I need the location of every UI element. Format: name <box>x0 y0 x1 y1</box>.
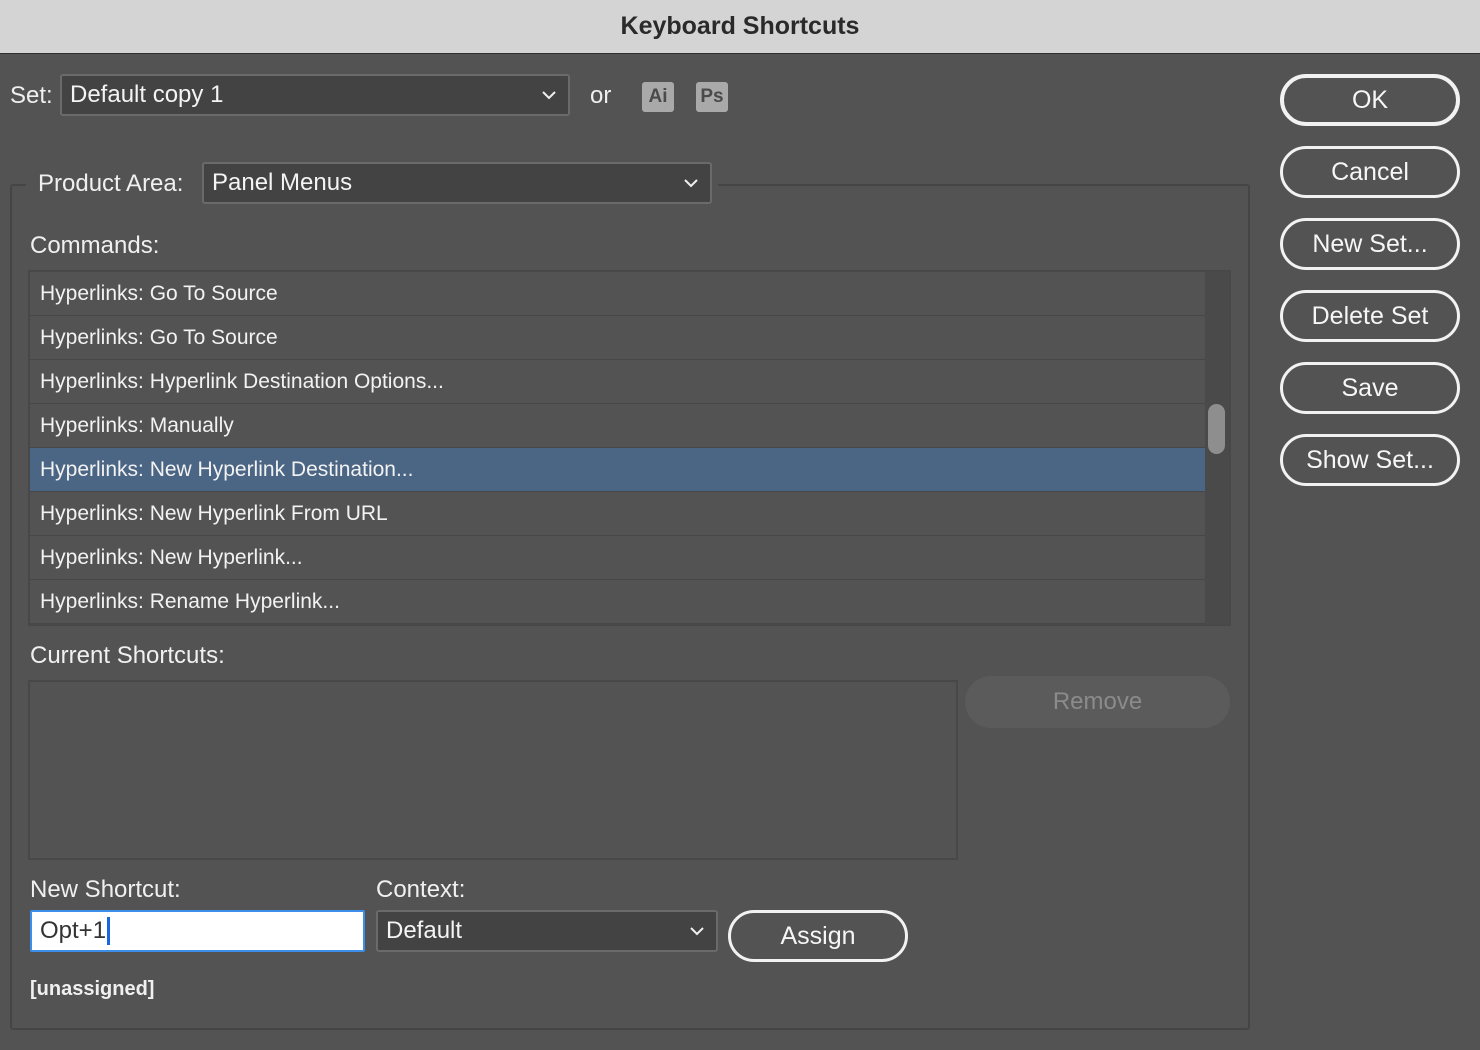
list-item[interactable]: Hyperlinks: Go To Source <box>30 272 1207 316</box>
set-dropdown-value: Default copy 1 <box>70 81 224 108</box>
show-set-button[interactable]: Show Set... <box>1280 434 1460 486</box>
window-title: Keyboard Shortcuts <box>620 12 860 40</box>
illustrator-app-button[interactable]: Ai <box>642 82 674 112</box>
assign-button[interactable]: Assign <box>728 910 908 962</box>
new-shortcut-value: Opt+1 <box>40 917 107 944</box>
or-label: or <box>590 82 612 109</box>
title-bar: Keyboard Shortcuts <box>0 0 1480 54</box>
delete-set-button[interactable]: Delete Set <box>1280 290 1460 342</box>
list-item[interactable]: Hyperlinks: Go To Source <box>30 316 1207 360</box>
shortcut-status-text: [unassigned] <box>30 978 155 1000</box>
product-area-label: Product Area: <box>38 170 184 197</box>
current-shortcuts-label: Current Shortcuts: <box>30 642 225 669</box>
context-dropdown[interactable]: Default <box>376 910 718 952</box>
chevron-down-icon <box>684 179 698 188</box>
ok-button[interactable]: OK <box>1280 74 1460 126</box>
product-area-dropdown-value: Panel Menus <box>212 169 353 196</box>
scrollbar-thumb[interactable] <box>1208 404 1225 454</box>
set-dropdown[interactable]: Default copy 1 <box>60 74 570 116</box>
chevron-down-icon <box>690 927 704 936</box>
list-item[interactable]: Hyperlinks: New Hyperlink From URL <box>30 492 1207 536</box>
list-item[interactable]: Hyperlinks: Rename Hyperlink... <box>30 580 1207 624</box>
remove-button[interactable]: Remove <box>965 676 1230 728</box>
chevron-down-icon <box>542 91 556 100</box>
set-label: Set: <box>10 82 53 109</box>
new-shortcut-label: New Shortcut: <box>30 876 181 903</box>
context-dropdown-value: Default <box>386 917 463 944</box>
photoshop-app-button[interactable]: Ps <box>696 82 728 112</box>
list-item-selected[interactable]: Hyperlinks: New Hyperlink Destination... <box>30 448 1207 492</box>
text-caret <box>107 917 111 945</box>
save-button[interactable]: Save <box>1280 362 1460 414</box>
current-shortcuts-list[interactable] <box>28 680 958 860</box>
list-item[interactable]: Hyperlinks: New Hyperlink... <box>30 536 1207 580</box>
context-label: Context: <box>376 876 466 903</box>
list-item[interactable]: Hyperlinks: Manually <box>30 404 1207 448</box>
list-item[interactable]: Hyperlinks: Hyperlink Destination Option… <box>30 360 1207 404</box>
new-set-button[interactable]: New Set... <box>1280 218 1460 270</box>
new-shortcut-input[interactable]: Opt+1 <box>30 910 365 952</box>
commands-scrollbar[interactable] <box>1205 272 1229 624</box>
product-area-dropdown[interactable]: Panel Menus <box>202 162 712 204</box>
commands-list[interactable]: Hyperlinks: Go To Source Hyperlinks: Go … <box>28 270 1231 626</box>
cancel-button[interactable]: Cancel <box>1280 146 1460 198</box>
commands-label: Commands: <box>30 232 160 259</box>
